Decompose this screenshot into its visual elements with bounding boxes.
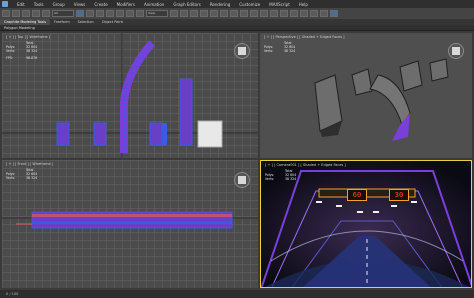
render-setup-button[interactable] [310,10,318,17]
mirror-button[interactable] [240,10,248,17]
rectangular-selection-button[interactable] [96,10,104,17]
menu-rendering[interactable]: Rendering [210,2,230,7]
rotate-button[interactable] [126,10,134,17]
speed-sign-left: 60 [347,189,367,201]
tunnel-segment [399,60,423,92]
scale-button[interactable] [136,10,144,17]
menu-views[interactable]: Views [74,2,86,7]
tunnel-segment [179,78,193,146]
menu-customize[interactable]: Customize [239,2,260,7]
tunnel-segment [93,122,107,146]
front-wireframe-scene [2,211,258,229]
select-object-button[interactable] [76,10,84,17]
selected-plane [197,120,223,148]
bind-space-warp-button[interactable] [42,10,50,17]
named-selection-sets-button[interactable] [230,10,238,17]
viewport-camera[interactable]: [ + ] [ Camera001 ] [ Shaded + Edged Fac… [260,160,472,288]
frame-counter: 0 / 100 [6,292,19,296]
menu-create[interactable]: Create [94,2,107,7]
viewport-stats: Total Polys: 32 604 Verts: 38 324 [265,169,296,182]
tunnel-segment [429,58,449,82]
material-editor-button[interactable] [300,10,308,17]
menu-modifiers[interactable]: Modifiers [117,2,135,7]
angle-snap-button[interactable] [200,10,208,17]
move-button[interactable] [116,10,124,17]
graphite-toggle-button[interactable] [270,10,278,17]
tunnel-segment [351,68,373,96]
viewport-perspective[interactable]: [ + ] [ Perspective ] [ Shaded + Edged F… [260,33,472,158]
ribbon-panel-label[interactable]: Polygon Modeling [0,25,474,31]
snaps-toggle-button[interactable] [190,10,198,17]
viewport-front[interactable]: [ + ] [ Front ] [ Wireframe ] Total Poly… [2,160,258,288]
app-logo-icon[interactable] [2,1,8,7]
curve-editor-button[interactable] [280,10,288,17]
tunnel-segment [314,74,343,137]
undo-button[interactable] [2,10,10,17]
render-production-button[interactable] [330,10,338,17]
menu-tools[interactable]: Tools [34,2,44,7]
select-manipulate-button[interactable] [180,10,188,17]
pivot-center-button[interactable] [170,10,178,17]
speed-sign-right: 30 [389,189,409,201]
menu-edit[interactable]: Edit [17,2,25,7]
unlink-button[interactable] [32,10,40,17]
menu-bar: Edit Tools Group Views Create Modifiers … [0,0,474,8]
spinner-snap-button[interactable] [220,10,228,17]
tunnel-segment [162,123,167,145]
viewport-top[interactable]: [ + ] [ Top ] [ Wireframe ] Total Polys:… [2,33,258,158]
menu-graph-editors[interactable]: Graph Editors [173,2,200,7]
window-crossing-button[interactable] [106,10,114,17]
reference-coordinate-dropdown[interactable]: View [146,10,168,17]
redo-button[interactable] [12,10,20,17]
tunnel-segment [149,122,163,146]
top-wireframe-scene [2,33,258,158]
stats-verts-label: Verts: [265,177,275,182]
select-by-name-button[interactable] [86,10,94,17]
link-button[interactable] [22,10,30,17]
align-button[interactable] [250,10,258,17]
schematic-view-button[interactable] [290,10,298,17]
perspective-scene [314,58,449,141]
viewport-label[interactable]: [ + ] [ Camera001 ] [ Shaded + Edged Fac… [265,163,346,167]
menu-group[interactable]: Group [53,2,65,7]
layer-manager-button[interactable] [260,10,268,17]
percent-snap-button[interactable] [210,10,218,17]
curved-tunnel-wire [120,40,156,153]
menu-help[interactable]: Help [299,2,308,7]
rendered-frame-window-button[interactable] [320,10,328,17]
tunnel-segment [56,122,70,146]
stats-verts-value: 38 324 [285,177,297,182]
menu-animation[interactable]: Animation [144,2,164,7]
menu-maxscript[interactable]: MAXScript [269,2,290,7]
time-slider-bar[interactable]: 0 / 100 [0,290,474,298]
selection-filter-dropdown[interactable]: All [52,10,74,17]
